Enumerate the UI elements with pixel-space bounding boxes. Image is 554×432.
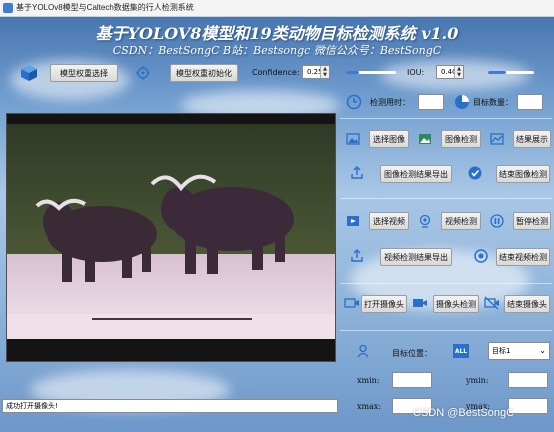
divider	[340, 283, 552, 284]
target-position-label: 目标位置：	[392, 349, 432, 358]
image-icon	[346, 133, 360, 145]
check-circle-icon	[468, 166, 482, 180]
target-crosshair-icon	[136, 66, 150, 80]
export-image-result-button[interactable]: 图像检测结果导出	[380, 165, 452, 183]
xmin-label: xmin:	[357, 376, 380, 385]
cube-icon	[21, 65, 37, 81]
xmax-label: xmax:	[357, 402, 382, 411]
camera-detect-icon	[413, 299, 427, 307]
webcam-icon	[419, 214, 431, 228]
stop-image-detect-button[interactable]: 结束图像检测	[496, 165, 550, 183]
open-camera-button[interactable]: 打开摄像头	[361, 295, 407, 313]
select-weights-button[interactable]: 模型权重选择	[50, 64, 118, 82]
video-detect-button[interactable]: 视频检测	[441, 212, 481, 230]
target-count-label: 目标数量：	[473, 98, 513, 107]
ymin-value	[508, 372, 548, 388]
camera-frame-image	[7, 114, 335, 361]
xmin-value	[392, 372, 432, 388]
iou-slider[interactable]	[488, 71, 534, 74]
target-select[interactable]: 目标1 ⌄	[488, 342, 550, 360]
all-badge: ALL	[453, 344, 469, 358]
camera-icon	[344, 298, 359, 308]
clock-icon	[346, 94, 362, 110]
stop-video-detect-button[interactable]: 结束视频检测	[496, 248, 550, 266]
detection-display	[6, 113, 336, 362]
detect-time-value	[418, 94, 444, 110]
image-detect-icon	[419, 134, 431, 144]
spin-arrows-icon[interactable]: ▲ ▼	[454, 66, 463, 78]
status-bar: 成功打开摄像头!	[2, 399, 338, 413]
target-select-value: 目标1	[492, 347, 511, 355]
app-title: 基于YOLOV8模型和19类动物目标检测系统 v1.0	[95, 24, 459, 43]
window-titlebar: 基于YOLOv8模型与Caltech数据集的行人检测系统	[0, 0, 554, 17]
camera-off-icon	[484, 296, 499, 310]
stop-circle-icon	[474, 249, 488, 263]
video-file-icon	[347, 216, 359, 226]
camera-detect-button[interactable]: 摄像头检测	[433, 295, 479, 313]
select-video-button[interactable]: 选择视频	[369, 212, 409, 230]
export-icon	[351, 249, 363, 262]
watermark: CSDN @BestSongC	[413, 407, 515, 419]
ymin-label: ymin:	[466, 376, 489, 385]
app-icon	[3, 3, 13, 13]
chart-line-icon	[490, 133, 504, 145]
divider	[340, 198, 552, 199]
window-title: 基于YOLOv8模型与Caltech数据集的行人检测系统	[16, 3, 194, 12]
image-detect-button[interactable]: 图像检测	[441, 130, 481, 148]
iou-label: IOU:	[407, 68, 425, 77]
pie-chart-icon	[455, 95, 469, 109]
confidence-slider-fill	[346, 71, 359, 74]
divider	[340, 330, 552, 331]
chevron-down-icon[interactable]: ⌄	[539, 343, 546, 359]
pause-detect-button[interactable]: 暂停检测	[513, 212, 551, 230]
export-icon	[351, 166, 363, 179]
confidence-spinbox[interactable]: 0.25 ▲ ▼	[302, 65, 330, 79]
iou-slider-fill	[488, 71, 507, 74]
stop-camera-button[interactable]: 结束摄像头	[504, 295, 550, 313]
pause-icon	[490, 214, 504, 228]
spin-arrows-icon[interactable]: ▲ ▼	[320, 66, 329, 78]
confidence-label: Confidence:	[252, 68, 300, 77]
show-result-button[interactable]: 结果展示	[513, 130, 551, 148]
user-icon	[357, 344, 369, 358]
detect-time-label: 检测用时：	[370, 98, 410, 107]
target-count-value	[517, 94, 543, 110]
confidence-slider[interactable]	[346, 71, 396, 74]
select-image-button[interactable]: 选择图像	[369, 130, 409, 148]
iou-spinbox[interactable]: 0.40 ▲ ▼	[436, 65, 464, 79]
export-video-result-button[interactable]: 视频检测结果导出	[380, 248, 452, 266]
app-subtitle: CSDN：BestSongC B站：Bestsongc 微信公众号：BestSo…	[112, 44, 442, 57]
init-weights-button[interactable]: 模型权重初始化	[170, 64, 238, 82]
divider	[340, 118, 552, 119]
